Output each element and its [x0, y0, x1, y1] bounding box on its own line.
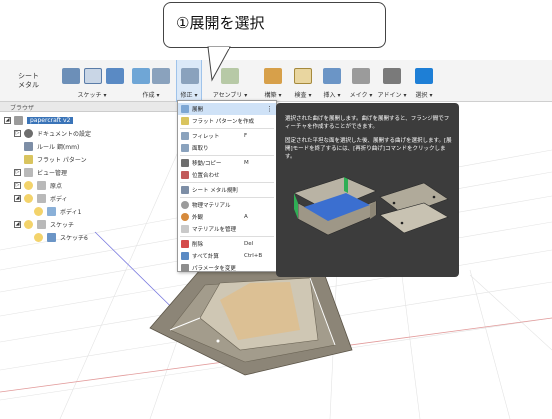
flat-pattern-icon	[24, 155, 33, 164]
document-icon	[14, 116, 23, 125]
tree-item-rule[interactable]: ルール 鋼(mm)	[24, 140, 79, 153]
body-icon	[47, 207, 56, 216]
collapse-icon[interactable]: ◢	[14, 221, 21, 228]
unfold-tooltip: 選択された曲げを展開します。曲げを展開すると、フランジ間でフィーチャを作成するこ…	[276, 103, 459, 277]
menu-item-manage-materials[interactable]: マテリアルを管理	[178, 223, 276, 235]
menu-item-delete[interactable]: 削除 Del	[178, 238, 276, 250]
menu-item-fillet[interactable]: フィレット F	[178, 130, 276, 142]
folder-icon	[37, 181, 46, 190]
unfold-icon	[181, 105, 189, 113]
select-menu[interactable]: 選択 ▾	[410, 60, 438, 102]
tree-item-document-settings[interactable]: ▷ ドキュメントの設定	[14, 127, 91, 140]
menu-item-move-copy[interactable]: 移動/コピー M	[178, 157, 276, 169]
folder-icon	[24, 168, 33, 177]
tree-item-sketches[interactable]: ◢ スケッチ	[14, 218, 74, 231]
menu-item-align[interactable]: 位置合わせ	[178, 169, 276, 181]
menu-item-chamfer[interactable]: 面取り	[178, 142, 276, 154]
delete-icon	[181, 240, 189, 248]
lightbulb-icon[interactable]	[24, 194, 33, 203]
tree-item-flat-pattern[interactable]: フラット パターン	[24, 153, 87, 166]
callout-box: ①展開を選択	[163, 2, 386, 48]
browser-panel: ブラウザ ◢ papercraft v2 ▷ ドキュメントの設定 ルール 鋼(m…	[0, 102, 178, 252]
construct-menu[interactable]: 構築 ▾	[258, 60, 288, 102]
callout-pointer	[207, 46, 231, 82]
sketch-menu[interactable]: スケッチ ▾	[58, 60, 126, 102]
line-icon	[84, 68, 102, 84]
inspect-menu[interactable]: 検査 ▾	[289, 60, 317, 102]
browser-header[interactable]: ブラウザ	[0, 102, 178, 112]
addins-menu[interactable]: アドイン ▾	[376, 60, 408, 102]
tree-item-sketch6[interactable]: スケッチ6	[34, 231, 88, 244]
3d-print-icon	[352, 68, 370, 84]
make-menu[interactable]: メイク ▾	[347, 60, 375, 102]
lightbulb-icon[interactable]	[34, 233, 43, 242]
sketch-icon	[62, 68, 80, 84]
insert-icon	[323, 68, 341, 84]
more-options-icon[interactable]: ⋮	[266, 105, 273, 113]
tree-root[interactable]: ◢ papercraft v2	[4, 114, 74, 127]
manage-materials-icon	[181, 225, 189, 233]
material-icon	[181, 201, 189, 209]
menu-separator	[180, 197, 274, 198]
rule-icon	[24, 142, 33, 151]
tooltip-illustration	[293, 176, 449, 236]
plane-icon	[264, 68, 282, 84]
ribbon-toolbar: シート メタル スケッチ ▾ 作成 ▾ 修正 ▾ アセンブリ ▾ 構築 ▾ 検査…	[0, 60, 552, 102]
menu-item-unfold[interactable]: 展開 ⋮	[178, 103, 276, 115]
tree-item-origin[interactable]: ▷ 原点	[14, 179, 62, 192]
collapse-icon[interactable]: ◢	[14, 195, 21, 202]
menu-separator	[180, 236, 274, 237]
insert-menu[interactable]: 挿入 ▾	[318, 60, 346, 102]
measure-icon	[294, 68, 312, 84]
expand-icon[interactable]: ▷	[14, 130, 21, 137]
lightbulb-icon[interactable]	[24, 220, 33, 229]
move-icon	[181, 159, 189, 167]
menu-separator	[180, 128, 274, 129]
sheetmetal-model[interactable]	[149, 261, 353, 376]
modify-menu[interactable]: 修正 ▾	[176, 60, 202, 102]
tooltip-instructions: 固定された平坦な面を選択した後、展開する曲げを選択します。[展開]モードを終了す…	[285, 138, 452, 160]
lightbulb-icon[interactable]	[24, 181, 33, 190]
gear-icon	[24, 129, 33, 138]
tree-item-body1[interactable]: ボディ1	[34, 205, 81, 218]
rectangle-icon	[106, 68, 124, 84]
menu-item-appearance[interactable]: 外観 A	[178, 211, 276, 223]
menu-separator	[180, 155, 274, 156]
menu-item-create-flat-pattern[interactable]: フラット パターンを作成	[178, 115, 276, 127]
sheet-metal-tab-label[interactable]: シート メタル	[18, 72, 39, 90]
tree-item-bodies[interactable]: ◢ ボディ	[14, 192, 68, 205]
modify-icon	[181, 68, 199, 84]
rules-icon	[181, 186, 189, 194]
folder-icon	[37, 220, 46, 229]
sketch-icon	[47, 233, 56, 242]
menu-item-change-parameters[interactable]: パラメータを変更	[178, 262, 276, 274]
modify-dropdown-menu: 展開 ⋮ フラット パターンを作成 フィレット F 面取り 移動/コピー M 位…	[177, 100, 277, 272]
appearance-icon	[181, 213, 189, 221]
flat-pattern-icon	[181, 117, 189, 125]
tooltip-description: 選択された曲げを展開します。曲げを展開すると、フランジ間でフィーチャを作成するこ…	[285, 116, 450, 130]
create-menu[interactable]: 作成 ▾	[128, 60, 174, 102]
scripts-icon	[383, 68, 401, 84]
parameters-icon	[181, 264, 189, 272]
flange-icon	[132, 68, 150, 84]
lightbulb-icon[interactable]	[34, 207, 43, 216]
chamfer-icon	[181, 144, 189, 152]
menu-separator	[180, 182, 274, 183]
menu-item-physical-material[interactable]: 物理マテリアル	[178, 199, 276, 211]
compute-icon	[181, 252, 189, 260]
collapse-icon[interactable]: ◢	[4, 117, 11, 124]
align-icon	[181, 171, 189, 179]
fillet-icon	[181, 132, 189, 140]
extrude-icon	[152, 68, 170, 84]
menu-item-compute-all[interactable]: すべて計算 Ctrl+B	[178, 250, 276, 262]
menu-item-sheet-metal-rules[interactable]: シート メタル規則	[178, 184, 276, 196]
callout-text: ①展開を選択	[176, 14, 265, 32]
select-arrow-icon	[415, 68, 433, 84]
expand-icon[interactable]: ▷	[14, 169, 21, 176]
expand-icon[interactable]: ▷	[14, 182, 21, 189]
folder-icon	[37, 194, 46, 203]
tree-item-named-views[interactable]: ▷ ビュー管理	[14, 166, 67, 179]
